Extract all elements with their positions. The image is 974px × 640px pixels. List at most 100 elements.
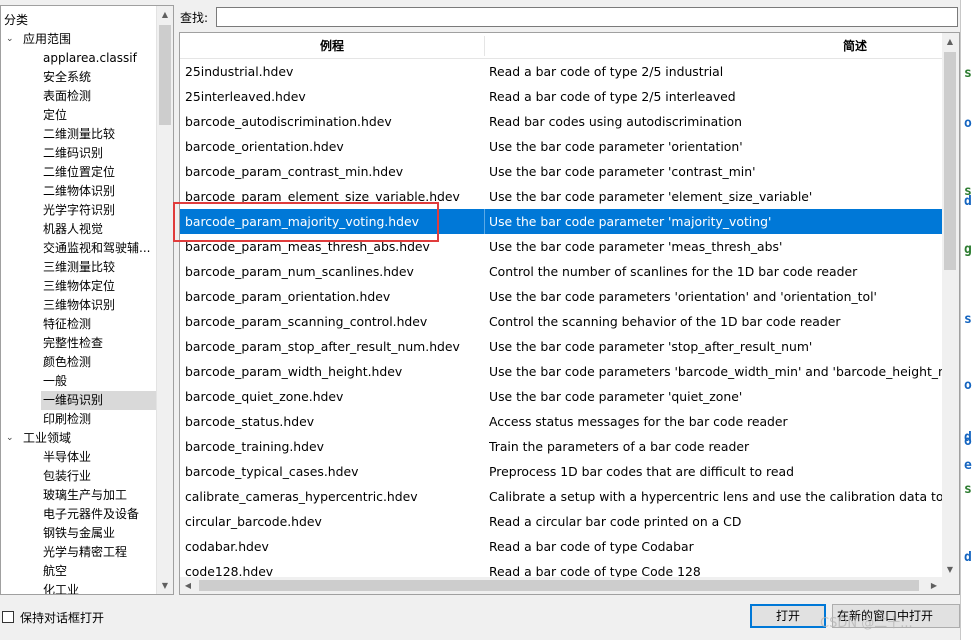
- tree-item[interactable]: 电子元器件及设备: [41, 505, 158, 524]
- tree-item[interactable]: 一维码识别: [41, 391, 158, 410]
- table-hscroll-thumb[interactable]: [199, 580, 919, 591]
- tree-item[interactable]: 一般: [41, 372, 158, 391]
- category-tree[interactable]: 分类 ⌄ 应用范围 applarea.classif 安全系统 表面检测 定位 二维测量比较…: [0, 5, 174, 595]
- tree-item[interactable]: ⌄ 应用范围: [1, 30, 157, 49]
- column-divider: [484, 234, 485, 259]
- table-row[interactable]: barcode_status.hdev Access status message…: [180, 409, 942, 434]
- tree-item[interactable]: 光学与精密工程: [41, 543, 158, 562]
- table-row[interactable]: barcode_param_num_scanlines.hdev Control …: [180, 259, 942, 284]
- cell-example-file: barcode_autodiscrimination.hdev: [185, 114, 392, 129]
- scroll-right-icon[interactable]: ▶: [926, 577, 942, 594]
- tree-item[interactable]: 完整性检查: [41, 334, 158, 353]
- chevron-down-icon[interactable]: ⌄: [6, 429, 16, 448]
- cell-example-file: 25interleaved.hdev: [185, 89, 306, 104]
- tree-item[interactable]: 半导体业: [41, 448, 158, 467]
- tree-item-label: applarea.classif: [43, 51, 137, 65]
- table-row[interactable]: calibrate_cameras_hypercentric.hdev Calib…: [180, 484, 942, 509]
- cell-description: Use the bar code parameter 'quiet_zone': [489, 389, 743, 404]
- tree-item[interactable]: 化工业: [41, 581, 158, 594]
- table-horizontal-scrollbar[interactable]: ◀ ▶: [180, 577, 942, 594]
- tree-item[interactable]: 三维测量比较: [41, 258, 158, 277]
- scroll-up-icon[interactable]: ▲: [942, 33, 958, 50]
- table-row[interactable]: barcode_orientation.hdev Use the bar code…: [180, 134, 942, 159]
- cell-example-file: barcode_typical_cases.hdev: [185, 464, 359, 479]
- background-text-fragment: s: [964, 66, 972, 81]
- cell-description: Control the number of scanlines for the …: [489, 264, 858, 279]
- cell-description: Use the bar code parameters 'orientation…: [489, 289, 877, 304]
- cell-description: Train the parameters of a bar code reade…: [489, 439, 750, 454]
- table-row[interactable]: barcode_param_stop_after_result_num.hdev…: [180, 334, 942, 359]
- tree-item[interactable]: 三维物体识别: [41, 296, 158, 315]
- column-divider: [484, 59, 485, 84]
- open-in-new-window-button[interactable]: 在新的窗口中打开: [832, 604, 960, 628]
- table-vertical-scrollbar[interactable]: ▲ ▼: [942, 33, 959, 578]
- table-row[interactable]: 25industrial.hdev Read a bar code of type…: [180, 59, 942, 84]
- tree-item[interactable]: 定位: [41, 106, 158, 125]
- cell-example-file: barcode_param_contrast_min.hdev: [185, 164, 404, 179]
- scroll-left-icon[interactable]: ◀: [180, 577, 196, 594]
- tree-item[interactable]: 二维位置定位: [41, 163, 158, 182]
- tree-item[interactable]: 机器人视觉: [41, 220, 158, 239]
- scroll-down-icon[interactable]: ▼: [157, 577, 173, 594]
- scroll-up-icon[interactable]: ▲: [157, 6, 173, 23]
- column-header-description[interactable]: 简述: [485, 33, 959, 59]
- tree-item-label: 光学字符识别: [43, 203, 116, 217]
- table-scroll-thumb[interactable]: [944, 52, 956, 270]
- chevron-down-icon[interactable]: ⌄: [6, 30, 16, 49]
- table-row[interactable]: barcode_param_majority_voting.hdev Use th…: [180, 209, 942, 234]
- keep-open-checkbox[interactable]: 保持对话框打开: [0, 609, 104, 625]
- tree-item[interactable]: 交通监视和驾驶辅...: [41, 239, 158, 258]
- tree-scroll-thumb[interactable]: [159, 25, 171, 125]
- table-header: 例程 简述: [180, 33, 942, 59]
- tree-item-label: 一般: [43, 374, 68, 388]
- scroll-down-icon[interactable]: ▼: [942, 561, 958, 578]
- table-row[interactable]: barcode_param_contrast_min.hdev Use the b…: [180, 159, 942, 184]
- table-row[interactable]: barcode_param_width_height.hdev Use the b…: [180, 359, 942, 384]
- table-row[interactable]: barcode_param_meas_thresh_abs.hdev Use th…: [180, 234, 942, 259]
- table-row[interactable]: barcode_autodiscrimination.hdev Read bar …: [180, 109, 942, 134]
- column-divider: [484, 109, 485, 134]
- tree-item[interactable]: 二维码识别: [41, 144, 158, 163]
- cell-description: Read a circular bar code printed on a CD: [489, 514, 742, 529]
- column-header-example[interactable]: 例程: [180, 33, 484, 59]
- tree-item-label: 颜色检测: [43, 355, 92, 369]
- table-row[interactable]: barcode_param_scanning_control.hdev Contr…: [180, 309, 942, 334]
- table-row[interactable]: circular_barcode.hdev Read a circular bar…: [180, 509, 942, 534]
- tree-item[interactable]: 二维物体识别: [41, 182, 158, 201]
- cell-example-file: barcode_param_element_size_variable.hdev: [185, 189, 460, 204]
- column-divider: [484, 259, 485, 284]
- tree-item[interactable]: 光学字符识别: [41, 201, 158, 220]
- open-button[interactable]: 打开: [750, 604, 826, 628]
- tree-item[interactable]: 包装行业: [41, 467, 158, 486]
- cell-example-file: barcode_param_majority_voting.hdev: [185, 214, 419, 229]
- tree-item[interactable]: 颜色检测: [41, 353, 158, 372]
- tree-vertical-scrollbar[interactable]: ▲ ▼: [156, 6, 173, 594]
- tree-item-label: 三维测量比较: [43, 260, 116, 274]
- table-row[interactable]: barcode_param_orientation.hdev Use the ba…: [180, 284, 942, 309]
- tree-item[interactable]: 航空: [41, 562, 158, 581]
- tree-item[interactable]: 三维物体定位: [41, 277, 158, 296]
- background-window-strip: sosdgsodoesd: [960, 0, 974, 640]
- tree-item[interactable]: 钢铁与金属业: [41, 524, 158, 543]
- tree-item[interactable]: 印刷检测: [41, 410, 158, 429]
- tree-item[interactable]: 二维测量比较: [41, 125, 158, 144]
- background-text-fragment: o: [964, 378, 972, 393]
- example-table[interactable]: 例程 简述 25industrial.hdev Read a bar code o…: [179, 32, 960, 595]
- tree-item-label: 航空: [43, 564, 68, 578]
- search-input[interactable]: [216, 7, 958, 27]
- table-row[interactable]: barcode_quiet_zone.hdev Use the bar code …: [180, 384, 942, 409]
- table-row[interactable]: barcode_typical_cases.hdev Preprocess 1D …: [180, 459, 942, 484]
- table-row[interactable]: codabar.hdev Read a bar code of type Coda…: [180, 534, 942, 559]
- tree-item[interactable]: 特征检测: [41, 315, 158, 334]
- tree-item[interactable]: 表面检测: [41, 87, 158, 106]
- table-row[interactable]: 25interleaved.hdev Read a bar code of typ…: [180, 84, 942, 109]
- checkbox-box[interactable]: [2, 611, 14, 623]
- tree-item[interactable]: 玻璃生产与加工: [41, 486, 158, 505]
- table-row[interactable]: barcode_training.hdev Train the parameter…: [180, 434, 942, 459]
- column-divider: [484, 509, 485, 534]
- tree-item[interactable]: applarea.classif: [41, 49, 158, 68]
- table-row[interactable]: barcode_param_element_size_variable.hdev…: [180, 184, 942, 209]
- cell-example-file: barcode_param_orientation.hdev: [185, 289, 391, 304]
- tree-item[interactable]: ⌄ 工业领域: [1, 429, 157, 448]
- tree-item[interactable]: 安全系统: [41, 68, 158, 87]
